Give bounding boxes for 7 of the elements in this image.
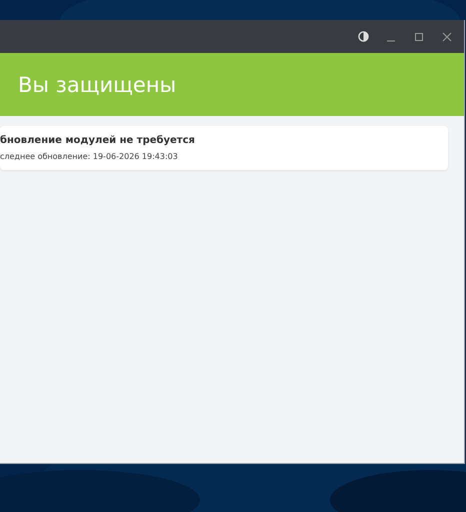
contrast-icon (358, 31, 368, 42)
minimize-icon (387, 40, 395, 42)
banner-title: Вы защищены (18, 72, 176, 96)
card-title: бновление модулей не требуется (0, 135, 196, 146)
close-icon (442, 32, 452, 42)
card-subtitle: следнее обновление: 19-06-2026 19:43:03 (0, 152, 179, 161)
maximize-icon (414, 32, 424, 42)
